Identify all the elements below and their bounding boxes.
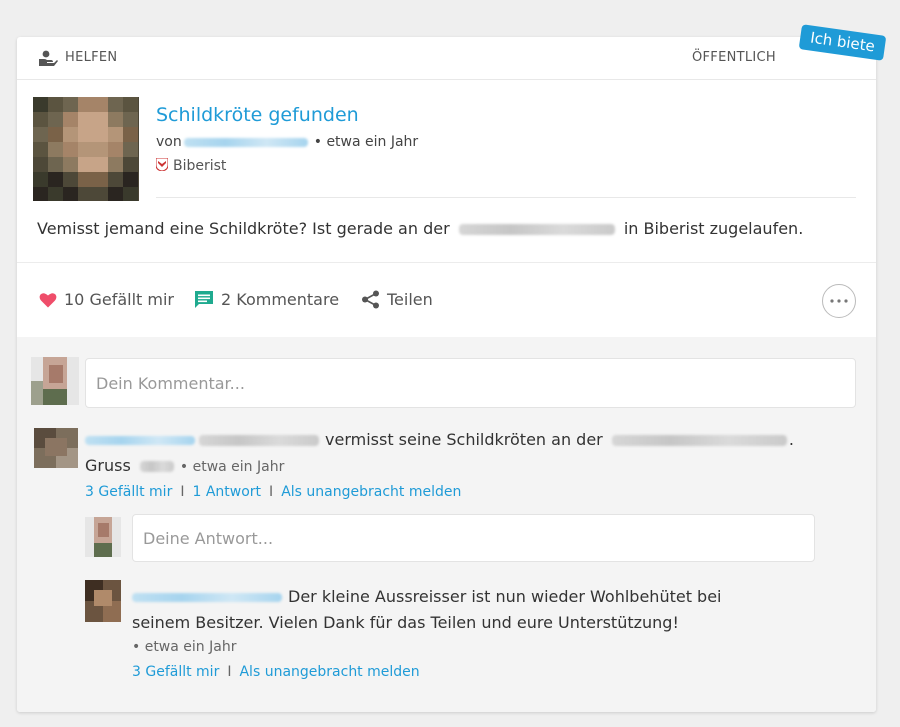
comment-greeting: Gruss (85, 456, 131, 475)
reply-input-placeholder: Deine Antwort... (143, 528, 274, 548)
reply-links: 3 Gefällt mir I Als unangebracht melden (132, 664, 420, 680)
reply-text-line2: seinem Besitzer. Vielen Dank für das Tei… (132, 613, 679, 632)
post-body-end: in Biberist zugelaufen. (623, 219, 804, 238)
comment-icon (195, 291, 213, 308)
redacted-name (139, 461, 174, 472)
reply-like-link[interactable]: 3 Gefällt mir (132, 664, 219, 680)
author-name-link[interactable] (183, 137, 308, 147)
reply-text: Der kleine Aussreisser ist nun wieder Wo… (132, 587, 722, 606)
municipality-crest-icon (156, 158, 168, 171)
comment-like-link[interactable]: 3 Gefällt mir (85, 484, 172, 500)
comment-text-end: . (788, 430, 794, 449)
comment-reply-link[interactable]: 1 Antwort (192, 484, 261, 500)
redacted-street (458, 224, 615, 235)
share-button[interactable]: Teilen (361, 290, 433, 309)
comment-report-link[interactable]: Als unangebracht melden (281, 484, 461, 500)
comment-time: • etwa ein Jahr (179, 459, 285, 475)
commenter-avatar[interactable] (34, 428, 78, 468)
post-title[interactable]: Schildkröte gefunden (156, 104, 359, 126)
comment-input[interactable]: Dein Kommentar... (85, 358, 856, 408)
more-options-button[interactable] (822, 284, 856, 318)
comment-input-placeholder: Dein Kommentar... (96, 373, 245, 393)
redacted-name (199, 435, 319, 446)
post-meta: von • etwa ein Jahr (156, 134, 418, 150)
likes-count: 10 Gefällt mir (64, 290, 174, 309)
reply-time: • etwa ein Jahr (132, 639, 237, 655)
link-separator: I (180, 484, 185, 500)
post-body-start: Vemisst jemand eine Schildkröte? Ist ger… (37, 219, 450, 238)
comment-links: 3 Gefällt mir I 1 Antwort I Als unangebracht… (85, 484, 461, 500)
divider (156, 197, 856, 198)
current-user-avatar-small (85, 517, 121, 557)
comment-text: vermisst seine Schildkröten an der . (85, 430, 794, 449)
replier-name-link[interactable] (132, 593, 282, 602)
share-icon (362, 290, 379, 309)
redacted-street (611, 435, 787, 446)
visibility-label: ÖFFENTLICH (692, 50, 776, 65)
reply-text-line1: Der kleine Aussreisser ist nun wieder Wo… (288, 587, 722, 606)
like-button[interactable]: 10 Gefällt mir (39, 290, 174, 309)
link-separator: I (269, 484, 274, 500)
author-avatar[interactable] (33, 97, 139, 201)
comments-count: 2 Kommentare (221, 290, 340, 309)
post-body: Vemisst jemand eine Schildkröte? Ist ger… (37, 219, 803, 238)
more-dots-icon (830, 299, 848, 303)
location-label: Biberist (173, 158, 227, 174)
current-user-avatar (31, 357, 79, 405)
heart-icon (39, 292, 57, 307)
post-location[interactable]: Biberist (156, 158, 226, 174)
reply-report-link[interactable]: Als unangebracht melden (239, 664, 419, 680)
post-actions: 10 Gefällt mir 2 Kommentare Teilen (17, 263, 876, 337)
author-prefix: von (156, 134, 182, 150)
post-card: HELFEN ÖFFENTLICH Schildkröte gefunden v… (17, 37, 876, 712)
replier-avatar[interactable] (85, 580, 121, 622)
comment-text-line2: Gruss • etwa ein Jahr (85, 456, 284, 475)
reply-input[interactable]: Deine Antwort... (132, 514, 815, 562)
share-label: Teilen (387, 290, 433, 309)
comment-text-middle: vermisst seine Schildkröten an der (325, 430, 603, 449)
commenter-name-link[interactable] (85, 436, 195, 445)
helping-hand-icon (39, 50, 58, 66)
link-separator: I (227, 664, 232, 680)
category-label: HELFEN (65, 50, 118, 65)
comments-button[interactable]: 2 Kommentare (194, 290, 339, 309)
card-header: HELFEN ÖFFENTLICH (17, 37, 876, 80)
post-time: • etwa ein Jahr (313, 134, 419, 150)
comments-section: Dein Kommentar... vermisst seine Schildk… (17, 337, 876, 712)
